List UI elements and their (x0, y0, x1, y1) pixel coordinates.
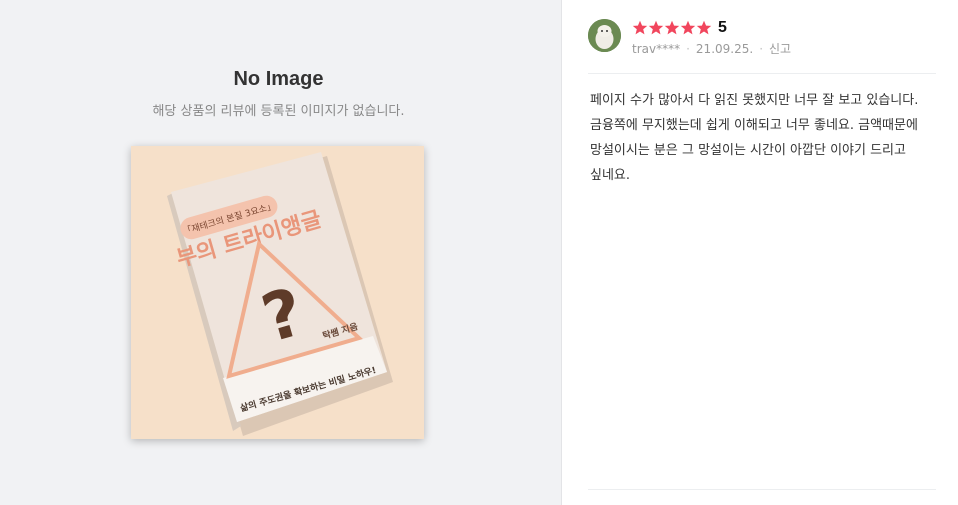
star-icon (632, 20, 648, 35)
no-image-title: No Image (233, 68, 324, 90)
meta-separator: · (759, 41, 764, 56)
star-icon (680, 20, 696, 35)
review-text: 페이지 수가 많아서 다 읽진 못했지만 너무 잘 보고 있습니다. 금융쪽에 … (590, 93, 919, 183)
no-image-description: 해당 상품의 리뷰에 등록된 이미지가 없습니다. (152, 104, 405, 119)
review-viewer: No Image 해당 상품의 리뷰에 등록된 이미지가 없습니다. 「재테크의… (0, 0, 958, 505)
review-meta: trav**** · 21.09.25. · 신고 (632, 40, 791, 57)
star-icon (648, 20, 664, 35)
star-icon (696, 20, 712, 35)
review-date: 21.09.25. (695, 41, 754, 56)
image-panel: No Image 해당 상품의 리뷰에 등록된 이미지가 없습니다. 「재테크의… (0, 0, 562, 505)
product-image: 「재테크의 본질 3요소」 부의 트라이앵글 ? 탁쌤 지음 삶의 주도권을 확… (131, 146, 424, 439)
star-icon (664, 20, 680, 35)
avatar (588, 19, 621, 52)
reviewer-name: trav**** (632, 41, 681, 56)
rating-row: 5 (632, 17, 727, 39)
report-link[interactable]: 신고 (769, 40, 791, 57)
divider (588, 489, 936, 490)
meta-separator: · (686, 41, 690, 56)
divider (588, 73, 936, 74)
review-panel: 5 trav**** · 21.09.25. · 신고 페이지 수가 많아서 다… (562, 0, 958, 505)
rating-value: 5 (718, 19, 727, 36)
